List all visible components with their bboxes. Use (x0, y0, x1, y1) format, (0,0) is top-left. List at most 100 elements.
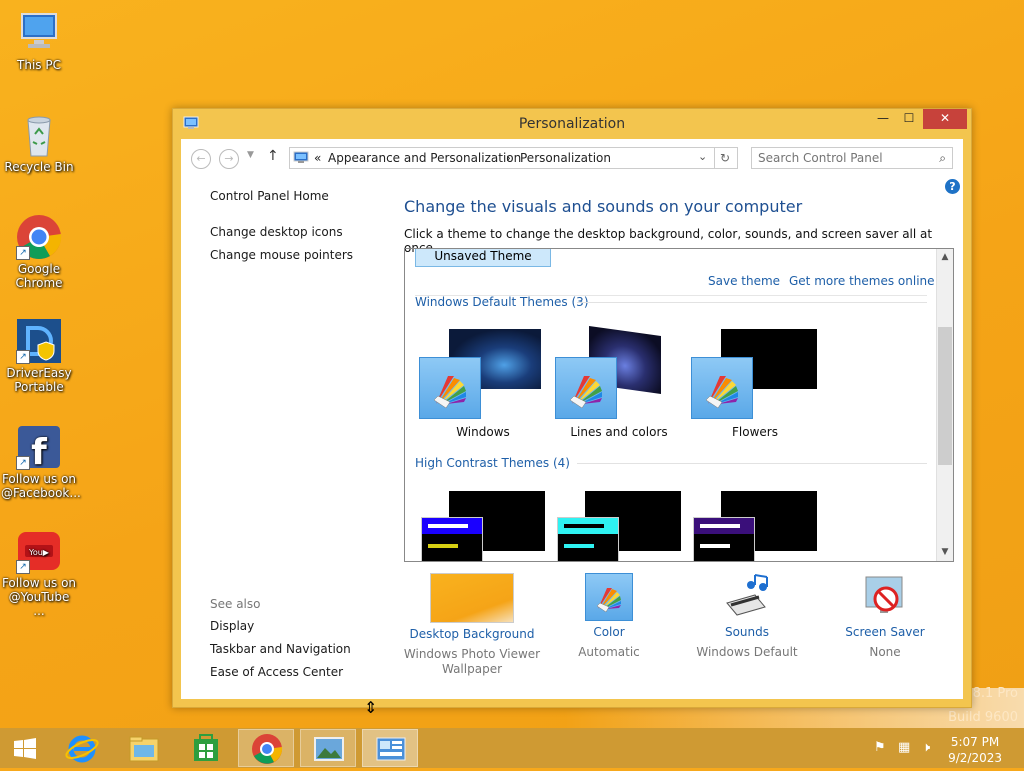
shortcut-arrow-icon: ↗ (16, 456, 30, 470)
shortcut-arrow-icon: ↗ (16, 560, 30, 574)
desktop-icon-this-pc[interactable]: This PC (1, 10, 77, 72)
group-divider (577, 302, 927, 303)
default-themes-group-header: Windows Default Themes (3) (415, 295, 589, 309)
themes-list[interactable]: Unsaved Theme Save theme Get more themes… (404, 248, 954, 562)
get-more-themes-link[interactable]: Get more themes online (789, 274, 935, 288)
close-button[interactable]: ✕ (923, 109, 967, 129)
address-dropdown-chevron-icon[interactable]: ⌄ (698, 150, 707, 163)
title-bar[interactable]: Personalization — ☐ ✕ (173, 109, 971, 139)
desktop-icon-facebook[interactable]: f ↗ Follow us on @Facebook... (1, 424, 81, 500)
clock-time: 5:07 PM (950, 735, 1000, 749)
facebook-icon: f ↗ (16, 424, 62, 473)
theme-name: Windows (456, 425, 510, 439)
window-title: Personalization (518, 116, 626, 132)
action-center-flag-icon[interactable]: ⚑ (874, 740, 886, 755)
desktop-icon-youtube[interactable]: You▶ ↗ Follow us on @YouTube ... (1, 528, 77, 618)
color-palette-icon (555, 357, 617, 419)
theme-high-contrast-3[interactable] (691, 491, 821, 561)
scroll-down-icon[interactable]: ▼ (937, 547, 953, 557)
start-button[interactable] (0, 729, 50, 767)
address-overflow-chevron[interactable]: « (314, 151, 321, 165)
search-input[interactable] (758, 151, 928, 165)
desktop-icon-label: Portable (14, 380, 64, 394)
desktop-background-value: Windows Photo Viewer Wallpaper (403, 647, 541, 676)
drivereasy-icon: ↗ (16, 318, 62, 364)
taskbar-file-explorer[interactable] (116, 729, 172, 767)
save-theme-link[interactable]: Save theme (708, 274, 780, 288)
folder-icon (129, 736, 159, 762)
desktop-background-setting[interactable]: Desktop Background Windows Photo Viewer W… (402, 573, 542, 677)
shortcut-arrow-icon: ↗ (16, 350, 30, 364)
display-link[interactable]: Display (210, 619, 351, 633)
desktop-icon-drivereasy[interactable]: ↗ DriverEasy Portable (1, 318, 77, 394)
taskbar-chrome[interactable] (238, 729, 294, 767)
contrast-preview-box (557, 517, 619, 561)
desktop-icon-label: Follow us on (1, 472, 77, 486)
system-clock[interactable]: 5:07 PM 9/2/2023 (948, 734, 1002, 766)
color-label[interactable]: Color (539, 625, 679, 639)
shortcut-arrow-icon: ↗ (16, 246, 30, 260)
see-also-section: See also Display Taskbar and Navigation … (210, 597, 351, 688)
minimize-button[interactable]: — (869, 109, 897, 129)
svg-text:You▶: You▶ (28, 548, 50, 557)
personalization-window: Personalization — ☐ ✕ ← → ▼ ↑ « Appearan… (172, 108, 972, 708)
internet-explorer-icon (65, 735, 99, 763)
up-arrow-icon[interactable]: ↑ (267, 148, 279, 164)
back-arrow-icon[interactable]: ← (191, 149, 211, 169)
breadcrumb-personalization[interactable]: Personalization (520, 151, 611, 165)
color-palette-icon (691, 357, 753, 419)
breadcrumb-separator[interactable]: › (506, 151, 511, 165)
svg-text:f: f (31, 432, 47, 470)
maximize-button[interactable]: ☐ (895, 109, 923, 129)
theme-windows[interactable] (419, 329, 543, 419)
recent-locations-chevron-icon[interactable]: ▼ (247, 150, 254, 160)
taskbar-navigation-link[interactable]: Taskbar and Navigation (210, 642, 351, 656)
sounds-value: Windows Default (696, 645, 798, 659)
taskbar-store[interactable] (178, 729, 234, 767)
forward-arrow-icon[interactable]: → (219, 149, 239, 169)
screen-saver-label[interactable]: Screen Saver (815, 625, 955, 639)
ease-of-access-link[interactable]: Ease of Access Center (210, 665, 351, 679)
chrome-icon: ↗ (16, 214, 62, 260)
desktop-icon-label: Follow us on (1, 576, 77, 590)
volume-muted-icon[interactable]: 🕨 (922, 740, 930, 755)
desktop-icon-label: @Facebook... (1, 486, 81, 500)
scroll-up-icon[interactable]: ▲ (937, 252, 953, 262)
clock-date: 9/2/2023 (948, 751, 1002, 765)
theme-lines-and-colors[interactable] (555, 325, 679, 419)
screen-saver-setting[interactable]: Screen Saver None (815, 573, 955, 660)
breadcrumb-appearance[interactable]: Appearance and Personalization (328, 151, 521, 165)
scrollbar-thumb[interactable] (938, 327, 952, 465)
high-contrast-group-header: High Contrast Themes (4) (415, 456, 570, 470)
theme-high-contrast-2[interactable] (555, 491, 685, 561)
desktop-icon-recycle-bin[interactable]: Recycle Bin (1, 112, 77, 174)
desktop-background-icon (430, 573, 514, 623)
themes-scrollbar[interactable]: ▲ ▼ (936, 249, 953, 561)
search-icon[interactable]: ⌕ (939, 151, 946, 166)
taskbar-photo-viewer[interactable] (300, 729, 356, 767)
screen-saver-value: None (869, 645, 901, 659)
change-desktop-icons-link[interactable]: Change desktop icons (210, 225, 353, 239)
taskbar-control-panel[interactable] (362, 729, 418, 767)
help-icon[interactable]: ? (945, 179, 960, 194)
color-value: Automatic (578, 645, 640, 659)
group-divider (577, 463, 927, 464)
change-mouse-pointers-link[interactable]: Change mouse pointers (210, 248, 353, 262)
theme-flowers[interactable] (691, 329, 817, 419)
photo-viewer-icon (314, 737, 344, 761)
address-bar[interactable]: « Appearance and Personalization › Perso… (289, 147, 715, 169)
desktop-background-label[interactable]: Desktop Background (402, 627, 542, 641)
refresh-icon[interactable]: ↻ (713, 147, 738, 169)
unsaved-theme-item[interactable]: Unsaved Theme (415, 249, 551, 267)
navigation-bar: ← → ▼ ↑ « Appearance and Personalization… (181, 139, 963, 175)
sounds-setting[interactable]: Sounds Windows Default (677, 573, 817, 660)
network-icon[interactable]: ▦ (898, 740, 910, 755)
search-box[interactable]: ⌕ (751, 147, 953, 169)
control-panel-home-link[interactable]: Control Panel Home (210, 189, 353, 203)
theme-high-contrast-1[interactable] (419, 491, 549, 561)
color-setting[interactable]: Color Automatic (539, 573, 679, 660)
sounds-label[interactable]: Sounds (677, 625, 817, 639)
taskbar-internet-explorer[interactable] (54, 729, 110, 767)
control-panel-icon (376, 737, 406, 761)
desktop-icon-google-chrome[interactable]: ↗ Google Chrome (1, 214, 77, 290)
